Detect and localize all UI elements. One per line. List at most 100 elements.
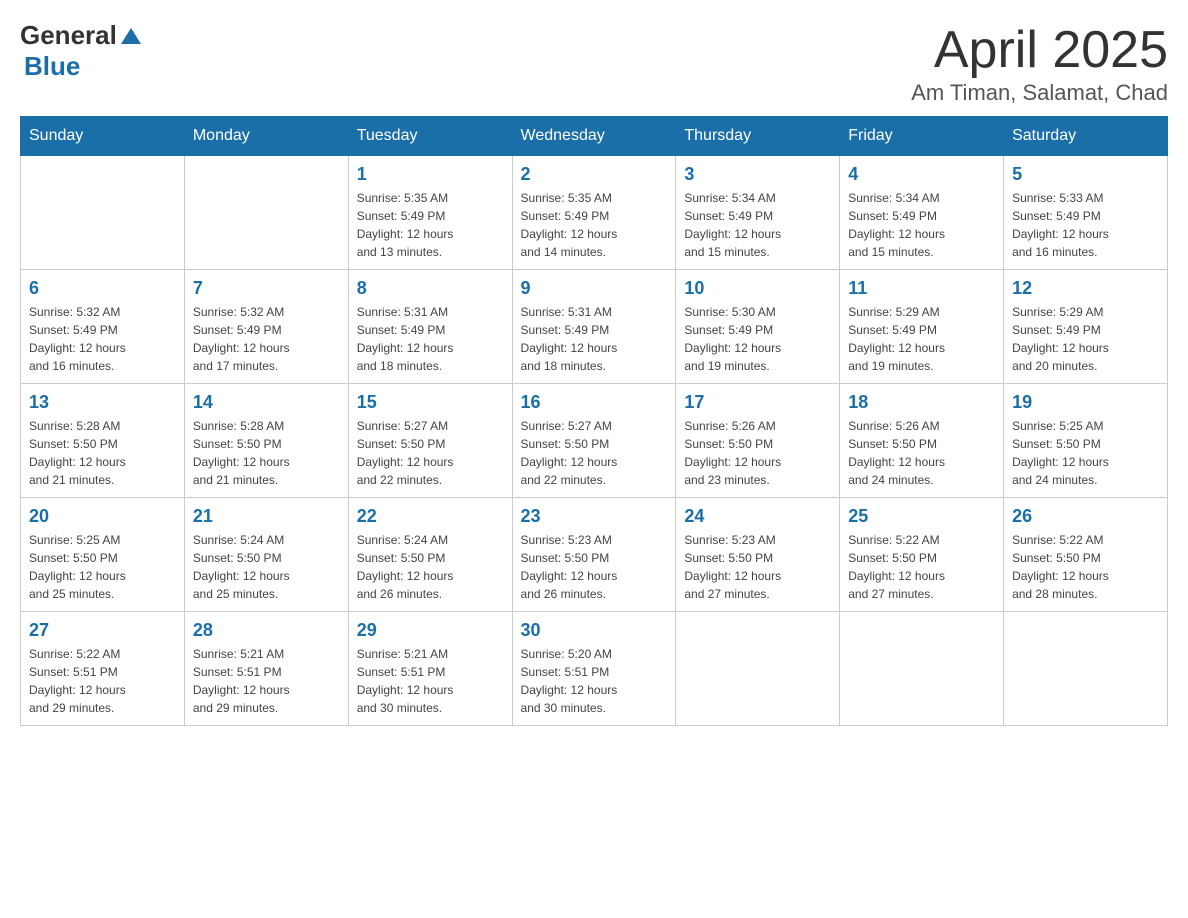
header-wednesday: Wednesday [512,117,676,156]
header-tuesday: Tuesday [348,117,512,156]
day-info: Sunrise: 5:31 AM Sunset: 5:49 PM Dayligh… [357,303,504,375]
header-sunday: Sunday [21,117,185,156]
header-friday: Friday [840,117,1004,156]
logo-general-text: General [20,20,117,51]
day-info: Sunrise: 5:27 AM Sunset: 5:50 PM Dayligh… [521,417,668,489]
calendar-day-cell: 12 Sunrise: 5:29 AM Sunset: 5:49 PM Dayli… [1004,270,1168,384]
day-number: 9 [521,278,668,299]
calendar-week-row: 20Sunrise: 5:25 AM Sunset: 5:50 PM Dayli… [21,498,1168,612]
day-number: 29 [357,620,504,641]
day-info: Sunrise: 5:28 AM Sunset: 5:50 PM Dayligh… [193,417,340,489]
calendar-day-cell: 23 Sunrise: 5:23 AM Sunset: 5:50 PM Dayli… [512,498,676,612]
header-monday: Monday [184,117,348,156]
day-info: Sunrise: 5:29 AM Sunset: 5:49 PM Dayligh… [1012,303,1159,375]
day-info: Sunrise: 5:32 AM Sunset: 5:49 PM Dayligh… [193,303,340,375]
calendar-day-cell: 10 Sunrise: 5:30 AM Sunset: 5:49 PM Dayli… [676,270,840,384]
calendar-day-cell: 8Sunrise: 5:31 AM Sunset: 5:49 PM Daylig… [348,270,512,384]
calendar-day-cell: 25 Sunrise: 5:22 AM Sunset: 5:50 PM Dayli… [840,498,1004,612]
calendar-day-cell: 28 Sunrise: 5:21 AM Sunset: 5:51 PM Dayli… [184,612,348,726]
calendar-day-cell: 18 Sunrise: 5:26 AM Sunset: 5:50 PM Dayli… [840,384,1004,498]
calendar-day-cell: 5 Sunrise: 5:33 AM Sunset: 5:49 PM Daylig… [1004,156,1168,270]
day-number: 12 [1012,278,1159,299]
calendar-day-cell: 3 Sunrise: 5:34 AM Sunset: 5:49 PM Daylig… [676,156,840,270]
day-info: Sunrise: 5:35 AM Sunset: 5:49 PM Dayligh… [521,189,668,261]
day-number: 17 [684,392,831,413]
day-info: Sunrise: 5:27 AM Sunset: 5:50 PM Dayligh… [357,417,504,489]
calendar-day-cell: 15 Sunrise: 5:27 AM Sunset: 5:50 PM Dayli… [348,384,512,498]
calendar-day-cell: 24Sunrise: 5:23 AM Sunset: 5:50 PM Dayli… [676,498,840,612]
calendar-day-cell: 2Sunrise: 5:35 AM Sunset: 5:49 PM Daylig… [512,156,676,270]
day-info: Sunrise: 5:22 AM Sunset: 5:50 PM Dayligh… [1012,531,1159,603]
calendar-day-cell: 16Sunrise: 5:27 AM Sunset: 5:50 PM Dayli… [512,384,676,498]
calendar-day-cell: 27Sunrise: 5:22 AM Sunset: 5:51 PM Dayli… [21,612,185,726]
calendar-day-cell [21,156,185,270]
calendar-day-cell: 19 Sunrise: 5:25 AM Sunset: 5:50 PM Dayli… [1004,384,1168,498]
calendar-week-row: 13 Sunrise: 5:28 AM Sunset: 5:50 PM Dayli… [21,384,1168,498]
logo-arrow-icon [121,28,141,44]
calendar-day-cell: 6 Sunrise: 5:32 AM Sunset: 5:49 PM Daylig… [21,270,185,384]
day-number: 4 [848,164,995,185]
day-number: 21 [193,506,340,527]
day-number: 27 [29,620,176,641]
day-number: 14 [193,392,340,413]
calendar-day-cell: 30 Sunrise: 5:20 AM Sunset: 5:51 PM Dayli… [512,612,676,726]
day-info: Sunrise: 5:21 AM Sunset: 5:51 PM Dayligh… [357,645,504,717]
day-number: 3 [684,164,831,185]
day-number: 7 [193,278,340,299]
day-info: Sunrise: 5:24 AM Sunset: 5:50 PM Dayligh… [193,531,340,603]
calendar-week-row: 6 Sunrise: 5:32 AM Sunset: 5:49 PM Daylig… [21,270,1168,384]
day-number: 25 [848,506,995,527]
day-info: Sunrise: 5:23 AM Sunset: 5:50 PM Dayligh… [521,531,668,603]
logo: General Blue [20,20,141,82]
calendar-day-cell: 7 Sunrise: 5:32 AM Sunset: 5:49 PM Daylig… [184,270,348,384]
calendar-header-row: SundayMondayTuesdayWednesdayThursdayFrid… [21,117,1168,156]
day-info: Sunrise: 5:34 AM Sunset: 5:49 PM Dayligh… [848,189,995,261]
day-info: Sunrise: 5:31 AM Sunset: 5:49 PM Dayligh… [521,303,668,375]
day-info: Sunrise: 5:25 AM Sunset: 5:50 PM Dayligh… [29,531,176,603]
day-info: Sunrise: 5:29 AM Sunset: 5:49 PM Dayligh… [848,303,995,375]
day-info: Sunrise: 5:32 AM Sunset: 5:49 PM Dayligh… [29,303,176,375]
day-number: 10 [684,278,831,299]
day-info: Sunrise: 5:22 AM Sunset: 5:50 PM Dayligh… [848,531,995,603]
day-number: 28 [193,620,340,641]
day-number: 1 [357,164,504,185]
day-number: 18 [848,392,995,413]
day-number: 22 [357,506,504,527]
calendar-day-cell: 13Sunrise: 5:28 AM Sunset: 5:50 PM Dayli… [21,384,185,498]
location-subtitle: Am Timan, Salamat, Chad [911,80,1168,106]
day-number: 13 [29,392,176,413]
day-number: 30 [521,620,668,641]
calendar-day-cell: 4 Sunrise: 5:34 AM Sunset: 5:49 PM Daylig… [840,156,1004,270]
title-section: April 2025 Am Timan, Salamat, Chad [911,20,1168,106]
calendar-day-cell [676,612,840,726]
day-info: Sunrise: 5:20 AM Sunset: 5:51 PM Dayligh… [521,645,668,717]
calendar-day-cell [184,156,348,270]
day-info: Sunrise: 5:33 AM Sunset: 5:49 PM Dayligh… [1012,189,1159,261]
calendar-day-cell: 29 Sunrise: 5:21 AM Sunset: 5:51 PM Dayli… [348,612,512,726]
day-number: 6 [29,278,176,299]
calendar-day-cell: 21 Sunrise: 5:24 AM Sunset: 5:50 PM Dayli… [184,498,348,612]
day-number: 24 [684,506,831,527]
day-number: 5 [1012,164,1159,185]
calendar-day-cell: 22Sunrise: 5:24 AM Sunset: 5:50 PM Dayli… [348,498,512,612]
calendar-day-cell [840,612,1004,726]
calendar-day-cell: 26 Sunrise: 5:22 AM Sunset: 5:50 PM Dayli… [1004,498,1168,612]
calendar-day-cell: 11Sunrise: 5:29 AM Sunset: 5:49 PM Dayli… [840,270,1004,384]
page-header: General Blue April 2025 Am Timan, Salama… [20,20,1168,106]
day-number: 15 [357,392,504,413]
header-saturday: Saturday [1004,117,1168,156]
month-year-title: April 2025 [911,20,1168,80]
day-info: Sunrise: 5:21 AM Sunset: 5:51 PM Dayligh… [193,645,340,717]
calendar-day-cell [1004,612,1168,726]
day-info: Sunrise: 5:25 AM Sunset: 5:50 PM Dayligh… [1012,417,1159,489]
day-number: 26 [1012,506,1159,527]
day-number: 19 [1012,392,1159,413]
day-info: Sunrise: 5:35 AM Sunset: 5:49 PM Dayligh… [357,189,504,261]
day-info: Sunrise: 5:26 AM Sunset: 5:50 PM Dayligh… [848,417,995,489]
calendar-day-cell: 9 Sunrise: 5:31 AM Sunset: 5:49 PM Daylig… [512,270,676,384]
day-number: 23 [521,506,668,527]
day-info: Sunrise: 5:30 AM Sunset: 5:49 PM Dayligh… [684,303,831,375]
calendar-day-cell: 14 Sunrise: 5:28 AM Sunset: 5:50 PM Dayli… [184,384,348,498]
day-info: Sunrise: 5:34 AM Sunset: 5:49 PM Dayligh… [684,189,831,261]
calendar-day-cell: 1 Sunrise: 5:35 AM Sunset: 5:49 PM Daylig… [348,156,512,270]
